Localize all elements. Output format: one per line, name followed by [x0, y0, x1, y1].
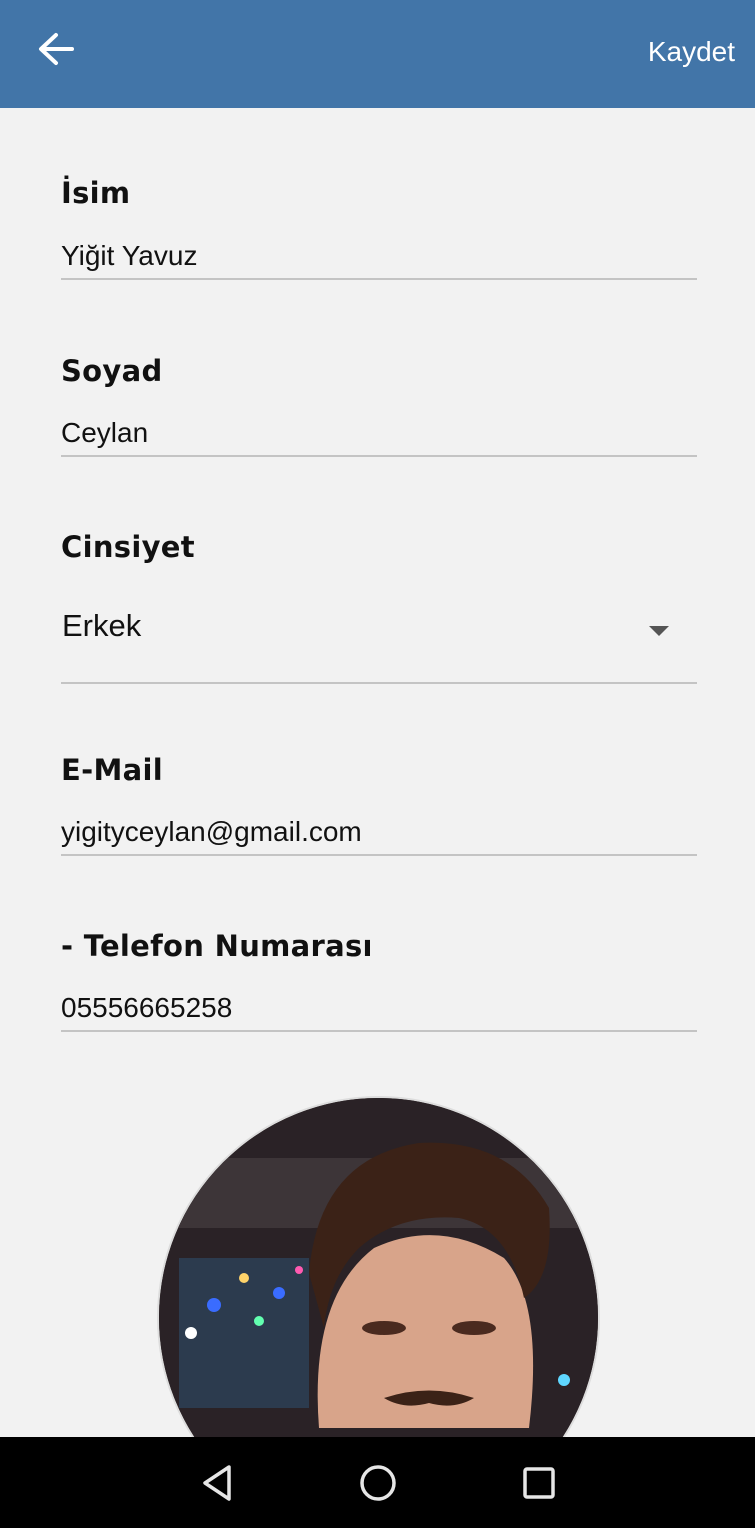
email-field[interactable] — [61, 810, 697, 856]
phone-label: - Telefon Numarası — [61, 929, 373, 963]
profile-form: İsim Soyad Cinsiyet Erkek E-Mail - Telef… — [0, 108, 755, 1437]
system-navigation-bar — [0, 1437, 755, 1528]
surname-label: Soyad — [61, 354, 163, 388]
phone-field[interactable] — [61, 986, 697, 1032]
profile-photo[interactable] — [157, 1096, 600, 1437]
home-circle-icon — [354, 1465, 402, 1511]
email-label: E-Mail — [61, 753, 163, 787]
system-back-button[interactable] — [193, 1459, 241, 1507]
app-bar: Kaydet — [0, 0, 755, 108]
recents-square-icon — [515, 1467, 563, 1511]
gender-select[interactable]: Erkek — [61, 588, 697, 684]
dropdown-caret-icon — [649, 626, 669, 636]
back-triangle-icon — [193, 1465, 241, 1511]
name-label: İsim — [61, 176, 131, 210]
gender-label: Cinsiyet — [61, 530, 195, 564]
profile-photo-image — [159, 1098, 598, 1437]
name-field[interactable] — [61, 234, 697, 280]
system-home-button[interactable] — [354, 1459, 402, 1507]
system-recents-button[interactable] — [515, 1459, 563, 1507]
arrow-left-icon — [36, 31, 76, 72]
back-button[interactable] — [24, 22, 88, 80]
gender-selected-value: Erkek — [62, 608, 142, 643]
save-button[interactable]: Kaydet — [648, 30, 735, 74]
surname-field[interactable] — [61, 411, 697, 457]
